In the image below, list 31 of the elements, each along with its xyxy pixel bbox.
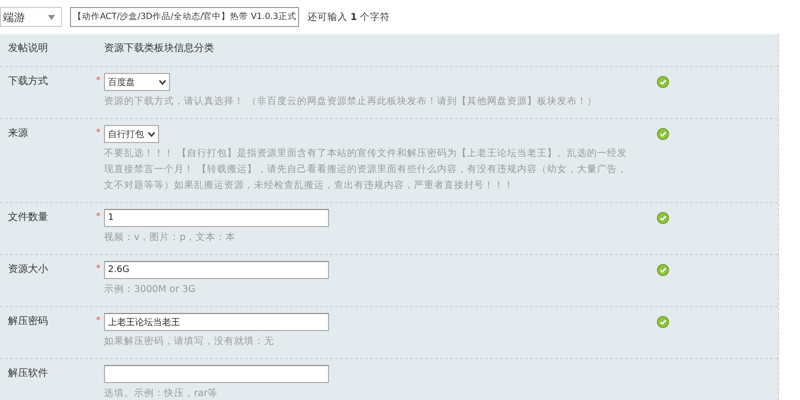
input-field[interactable]: 2.6G bbox=[104, 261, 329, 279]
field-label: 文件数量 bbox=[7, 210, 49, 225]
title-field[interactable]: 【动作ACT/沙盒/3D作品/全动态/官中】热带 V1.0.3正式 bbox=[70, 7, 300, 27]
chevron-icon bbox=[159, 80, 166, 84]
input-field[interactable]: 上老王论坛当老王 bbox=[104, 313, 329, 331]
hint-text: 如果解压密码，请填写，没有就填：无 bbox=[104, 335, 275, 349]
field-label: 发帖说明 bbox=[7, 42, 49, 56]
field-label: 来源 bbox=[7, 126, 29, 141]
required-mark: * bbox=[96, 76, 100, 86]
required-mark: * bbox=[96, 316, 100, 326]
hint-text: 视频：v，图片：p，文本：本 bbox=[104, 231, 237, 245]
dropdown[interactable]: 自行打包 bbox=[104, 125, 159, 143]
caret-icon bbox=[48, 14, 55, 20]
required-mark: * bbox=[96, 212, 100, 222]
input-field[interactable]: 1 bbox=[104, 209, 329, 227]
character-counter: 还可输入 1 个字符 bbox=[307, 10, 390, 24]
field-label: 下载方式 bbox=[7, 74, 49, 89]
hint-text: 选填。示例：快压，rar等 bbox=[104, 387, 219, 400]
required-mark: * bbox=[96, 264, 100, 274]
category-select[interactable]: 端游 bbox=[0, 7, 62, 27]
field-label: 解压密码 bbox=[7, 314, 49, 329]
hint-text: 资源的下载方式，请认真选择！ （非百度云的网盘资源禁止再此板块发布！请到【其他网盘资源】板块发布！） bbox=[104, 95, 598, 109]
dropdown[interactable]: 百度盘 bbox=[104, 73, 170, 91]
intro-text: 资源下载类板块信息分类 bbox=[104, 42, 214, 56]
hint-text: 不要乱选！！！ 【自行打包】是指资源里面含有了本站的宣传文件和解压密码为【上老王论坛当老王】。乱选的一经发现直接禁言一个月！ 【转载搬运】，请先自己看看搬运的资源里面有些什么内容，有没有违规内容（幼女，大量广告，文不对题等等）如果乱搬运资源，未经检查乱搬运，查出有违规内容，严重者直接封号！！！ bbox=[104, 147, 628, 193]
field-label: 资源大小 bbox=[7, 262, 49, 277]
input-field[interactable] bbox=[104, 365, 329, 383]
hint-text: 示例：3000M or 3G bbox=[104, 283, 197, 297]
required-mark: * bbox=[96, 128, 100, 138]
field-label: 解压软件 bbox=[7, 367, 49, 381]
chevron-icon bbox=[148, 132, 155, 136]
